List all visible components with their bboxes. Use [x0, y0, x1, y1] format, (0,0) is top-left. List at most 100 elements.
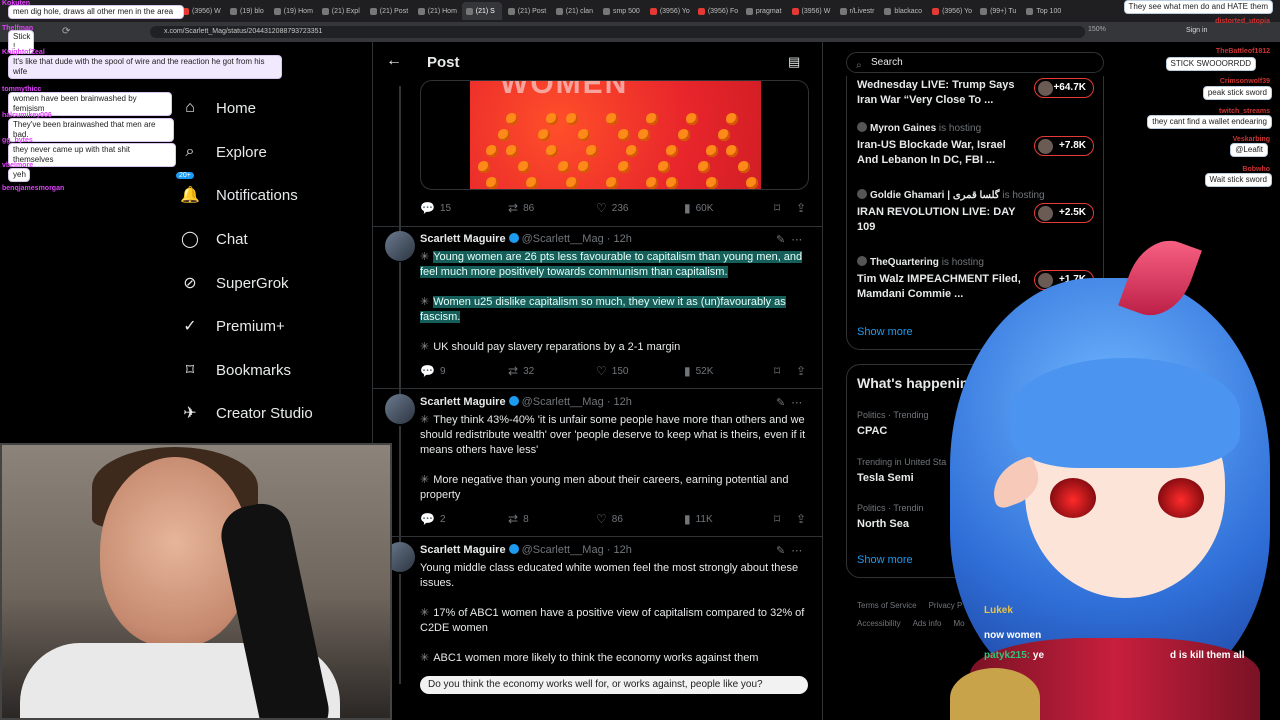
- reddit-icon: [839, 7, 847, 15]
- browser-tab-label: (21) Expl: [331, 7, 360, 15]
- show-more-link[interactable]: Show more: [857, 554, 913, 566]
- speaker-avatar: [1038, 139, 1053, 154]
- nav-item-notifications[interactable]: 🔔 Notifications 20+: [176, 172, 298, 210]
- browser-tab-label: blackaco: [894, 7, 923, 15]
- tweet-media-image[interactable]: WOMEN: [420, 80, 809, 190]
- nav-item-supergrok[interactable]: ⊘ SuperGrok: [180, 268, 288, 298]
- author-handle[interactable]: @Scarlett__Mag · 12h: [522, 544, 632, 556]
- browser-tab[interactable]: (3956) Yo: [928, 2, 974, 20]
- nav-item-bookmarks[interactable]: ⌑ Bookmarks: [180, 355, 291, 385]
- angry-emoji-icon: [478, 161, 490, 173]
- browser-tab[interactable]: (99+) Tu: [976, 2, 1020, 20]
- browser-tab[interactable]: (3956) W: [178, 2, 224, 20]
- author-handle[interactable]: @Scarlett__Mag · 12h: [522, 396, 632, 408]
- browser-tab[interactable]: smp 500: [599, 2, 644, 20]
- author-handle[interactable]: @Scarlett__Mag · 12h: [522, 233, 632, 245]
- nav-item-chat[interactable]: ◯ Chat: [180, 224, 248, 254]
- share-icon[interactable]: ⇪: [796, 512, 806, 526]
- browser-tab[interactable]: (19) blo: [226, 2, 268, 20]
- reply-count: 2: [439, 513, 446, 525]
- like-button[interactable]: ♡ 236: [596, 201, 628, 215]
- sparkle-bullet-icon: ✳: [420, 607, 430, 619]
- listener-count: +64.7K: [1053, 82, 1086, 93]
- author-name[interactable]: Scarlett Maguire: [420, 544, 506, 556]
- bookmark-icon[interactable]: ⌑: [774, 512, 780, 526]
- share-icon[interactable]: ⇪: [796, 364, 806, 378]
- nav-item-explore[interactable]: ⌕ Explore: [180, 137, 267, 167]
- sign-in-button[interactable]: Sign in: [1186, 27, 1207, 34]
- browser-tab[interactable]: (21) Expl: [318, 2, 364, 20]
- trend-item[interactable]: Politics · Trendin North Sea: [857, 503, 924, 530]
- reader-mode-icon[interactable]: ▤: [788, 54, 800, 70]
- poll-option[interactable]: Do you think the economy works well for,…: [420, 676, 808, 694]
- nav-item-home[interactable]: ⌂ Home: [180, 93, 256, 123]
- like-count: 150: [611, 365, 629, 377]
- angry-emoji-icon: [626, 145, 638, 157]
- angry-emoji-icon: [666, 145, 678, 157]
- repost-button[interactable]: ⇄ 8: [508, 512, 529, 526]
- browser-tab[interactable]: Top 100: [1022, 2, 1065, 20]
- tweet-menu-icon[interactable]: ✎⋯: [776, 233, 808, 246]
- author-name[interactable]: Scarlett Maguire: [420, 396, 506, 408]
- live-host: Myron Gaines is hosting: [857, 122, 1097, 134]
- like-button[interactable]: ♡ 86: [596, 512, 623, 526]
- browser-tab[interactable]: r/Livestr: [836, 2, 879, 20]
- browser-tab[interactable]: (21) Hom: [414, 2, 460, 20]
- repost-count: 86: [523, 202, 535, 214]
- browser-tab[interactable]: (21) Post: [504, 2, 550, 20]
- footer-link[interactable]: Accessibility: [857, 619, 901, 628]
- browser-tab[interactable]: (3956) W: [788, 2, 834, 20]
- like-button[interactable]: ♡ 150: [596, 364, 628, 378]
- reply-button[interactable]: 💬 2: [420, 512, 446, 526]
- listener-count-pill[interactable]: +7.8K: [1034, 136, 1094, 156]
- angry-emoji-icon: [486, 145, 498, 157]
- avatar[interactable]: [385, 231, 415, 261]
- share-icon[interactable]: ⇪: [796, 201, 806, 215]
- browser-tab[interactable]: (21) Post: [366, 2, 412, 20]
- browser-tab[interactable]: blackaco: [880, 2, 926, 20]
- tweet-text-content: UK should pay slavery reparations by a 2…: [433, 341, 681, 353]
- bookmark-icon[interactable]: ⌑: [774, 201, 780, 215]
- views-button[interactable]: ▮ 52K: [684, 364, 713, 378]
- address-bar[interactable]: x.com/Scarlett_Mag/status/20443120887937…: [150, 26, 1085, 38]
- bookmark-icon[interactable]: ⌑: [774, 364, 780, 378]
- browser-tab[interactable]: (21) S: [461, 2, 502, 20]
- reload-icon[interactable]: ⟳: [62, 26, 70, 37]
- nav-item-premium[interactable]: ✓ Premium+: [180, 311, 284, 341]
- browser-tab-label: smp 500: [612, 7, 640, 15]
- browser-tab[interactable]: (21) clan: [552, 2, 597, 20]
- nav-item-creator-studio[interactable]: ✈ Creator Studio: [180, 398, 312, 428]
- repost-button[interactable]: ⇄ 86: [508, 201, 534, 215]
- reply-button[interactable]: 💬 15: [420, 201, 451, 215]
- browser-tab[interactable]: (19) Hom: [270, 2, 316, 20]
- show-more-link[interactable]: Show more: [857, 326, 913, 338]
- views-button[interactable]: ▮ 11K: [684, 512, 713, 526]
- browser-tab[interactable]: (3956) Fo: [694, 2, 740, 20]
- tweet-menu-icon[interactable]: ✎⋯: [776, 396, 808, 409]
- sparkle-bullet-icon: ✳: [420, 341, 430, 353]
- host-name: Goldie Ghamari | گلسا قمری: [870, 190, 1003, 201]
- listener-count-pill[interactable]: +2.5K: [1034, 203, 1094, 223]
- reply-button[interactable]: 💬 9: [420, 364, 446, 378]
- live-space-item[interactable]: Wednesday LIVE: Trump Says Iran War “Ver…: [857, 78, 1097, 108]
- browser-tab[interactable]: pragmat: [742, 2, 786, 20]
- search-input[interactable]: ⌕ Search: [846, 52, 1104, 73]
- views-button[interactable]: ▮ 60K: [684, 201, 713, 215]
- live-space-item[interactable]: Goldie Ghamari | گلسا قمری is hosting IRA…: [857, 189, 1097, 235]
- heart-icon: ♡: [596, 364, 607, 378]
- avatar[interactable]: [385, 394, 415, 424]
- x-icon: [884, 7, 892, 15]
- back-arrow-icon[interactable]: ←: [386, 52, 402, 70]
- zoom-level[interactable]: 150%: [1088, 26, 1106, 33]
- reply-count: 9: [439, 365, 446, 377]
- x-icon: [1026, 7, 1034, 15]
- author-name[interactable]: Scarlett Maguire: [420, 233, 506, 245]
- browser-tab[interactable]: (3956) Yo: [646, 2, 692, 20]
- x-icon: [745, 7, 753, 15]
- repost-button[interactable]: ⇄ 32: [508, 364, 534, 378]
- tweet-menu-icon[interactable]: ✎⋯: [776, 544, 808, 557]
- trend-item[interactable]: Politics · Trending CPAC: [857, 410, 929, 437]
- listener-count-pill[interactable]: +64.7K: [1034, 78, 1094, 98]
- footer-link[interactable]: Terms of Service: [857, 601, 917, 610]
- live-space-item[interactable]: Myron Gaines is hosting Iran-US Blockade …: [857, 122, 1097, 168]
